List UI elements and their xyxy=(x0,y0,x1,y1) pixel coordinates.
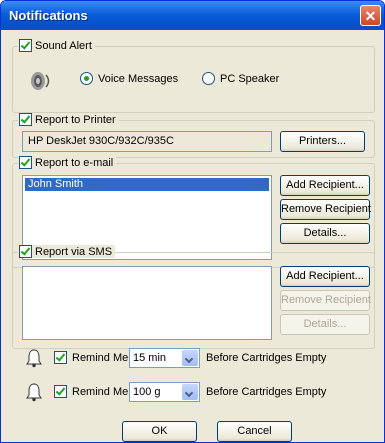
remind-amount-select[interactable]: 100 g xyxy=(129,382,200,402)
sms-remove-recipient-button[interactable]: Remove Recipient xyxy=(280,290,371,311)
report-printer-checkbox[interactable] xyxy=(19,113,32,126)
close-button[interactable]: ✕ xyxy=(360,5,381,26)
remind-me-amount-checkbox[interactable] xyxy=(54,385,67,398)
sms-add-recipient-button[interactable]: Add Recipient... xyxy=(280,266,370,287)
report-sms-toggle[interactable]: Report via SMS xyxy=(18,245,116,258)
chevron-down-icon[interactable] xyxy=(182,384,198,400)
voice-messages-radio[interactable] xyxy=(80,72,93,85)
pc-speaker-radio[interactable] xyxy=(202,72,215,85)
email-remove-recipient-button[interactable]: Remove Recipient xyxy=(280,199,371,220)
report-printer-toggle[interactable]: Report to Printer xyxy=(18,113,119,126)
remind-time-value: 15 min xyxy=(133,352,167,364)
sound-alert-group: Sound Alert Voice Messages PC Speaker xyxy=(12,39,375,113)
sms-group: Report via SMS Add Recipient... Remove R… xyxy=(12,245,375,349)
remind-time-suffix: Before Cartridges Empty xyxy=(206,352,327,364)
report-printer-label: Report to Printer xyxy=(35,113,116,126)
window-title: Notifications xyxy=(9,8,88,23)
printer-name-field: HP DeskJet 930C/932C/935C xyxy=(22,131,272,152)
bell-icon xyxy=(26,383,42,402)
remind-amount-value: 100 g xyxy=(133,386,161,398)
ok-button[interactable]: OK xyxy=(122,421,197,442)
chevron-down-icon[interactable] xyxy=(182,350,198,366)
printers-button[interactable]: Printers... xyxy=(280,131,365,152)
voice-messages-option[interactable]: Voice Messages xyxy=(80,72,178,85)
sound-alert-label: Sound Alert xyxy=(35,39,92,52)
dialog-body: Sound Alert Voice Messages PC Speaker Re… xyxy=(4,30,381,442)
list-item[interactable]: John Smith xyxy=(25,178,269,191)
email-details-button[interactable]: Details... xyxy=(280,223,370,244)
remind-me-amount-option[interactable]: Remind Me xyxy=(54,385,128,398)
report-sms-label: Report via SMS xyxy=(35,245,113,258)
cancel-button[interactable]: Cancel xyxy=(217,421,292,442)
sms-details-button[interactable]: Details... xyxy=(280,314,370,335)
report-email-toggle[interactable]: Report to e-mail xyxy=(18,156,117,169)
email-add-recipient-button[interactable]: Add Recipient... xyxy=(280,175,370,196)
pc-speaker-option[interactable]: PC Speaker xyxy=(202,72,279,85)
voice-messages-label: Voice Messages xyxy=(98,72,179,85)
report-email-label: Report to e-mail xyxy=(35,156,114,169)
title-bar[interactable]: Notifications ✕ xyxy=(1,1,384,30)
sound-alert-checkbox[interactable] xyxy=(19,39,32,52)
pc-speaker-label: PC Speaker xyxy=(220,72,280,85)
sms-recipient-list[interactable] xyxy=(22,266,272,340)
remind-me-time-label: Remind Me xyxy=(72,351,129,364)
report-sms-checkbox[interactable] xyxy=(19,245,32,258)
remind-amount-suffix: Before Cartridges Empty xyxy=(206,386,327,398)
notifications-dialog: Notifications ✕ Sound Alert Voice Messag… xyxy=(0,0,385,443)
speaker-icon xyxy=(31,72,50,90)
remind-me-time-option[interactable]: Remind Me xyxy=(54,351,128,364)
remind-me-time-checkbox[interactable] xyxy=(54,351,67,364)
report-email-checkbox[interactable] xyxy=(19,156,32,169)
remind-time-select[interactable]: 15 min xyxy=(129,348,200,368)
printer-group: Report to Printer HP DeskJet 930C/932C/9… xyxy=(12,113,375,158)
bell-icon xyxy=(26,349,42,368)
sound-alert-toggle[interactable]: Sound Alert xyxy=(18,39,95,52)
remind-me-amount-label: Remind Me xyxy=(72,385,129,398)
